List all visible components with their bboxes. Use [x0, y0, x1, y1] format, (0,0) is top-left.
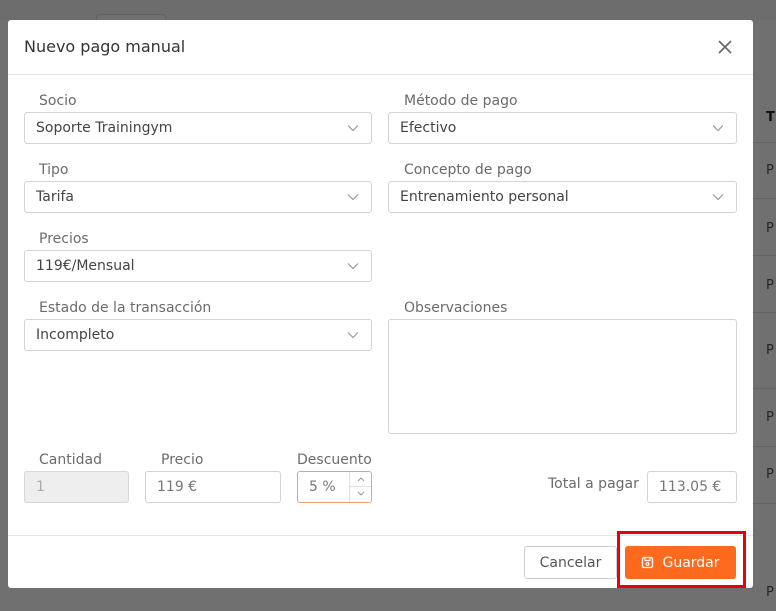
- metodo-pago-value: Efectivo: [400, 120, 457, 136]
- metodo-pago-label: Método de pago: [404, 93, 518, 109]
- socio-value: Soporte Trainingym: [36, 120, 173, 136]
- cantidad-input[interactable]: 1: [24, 471, 129, 503]
- descuento-input[interactable]: 5 %: [297, 471, 372, 503]
- estado-select[interactable]: Incompleto: [24, 319, 372, 351]
- cantidad-label: Cantidad: [39, 452, 102, 468]
- descuento-value: 5 %: [309, 479, 336, 495]
- modal-title: Nuevo pago manual: [24, 37, 186, 56]
- tipo-select[interactable]: Tarifa: [24, 181, 372, 213]
- cancel-button[interactable]: Cancelar: [524, 546, 617, 579]
- descuento-stepper: [349, 472, 371, 502]
- stepper-up-button[interactable]: [350, 472, 371, 487]
- chevron-down-icon: [712, 125, 724, 132]
- close-button[interactable]: [714, 36, 736, 58]
- chevron-down-icon: [347, 263, 359, 270]
- modal-header: Nuevo pago manual: [8, 20, 753, 75]
- estado-label: Estado de la transacción: [39, 300, 212, 316]
- chevron-down-icon: [712, 194, 724, 201]
- metodo-pago-select[interactable]: Efectivo: [388, 112, 737, 144]
- save-highlight-box: [617, 531, 746, 588]
- chevron-up-icon: [357, 477, 365, 482]
- tipo-value: Tarifa: [36, 189, 74, 205]
- socio-label: Socio: [39, 93, 77, 109]
- new-payment-modal: Nuevo pago manual Socio Soporte Training…: [8, 20, 753, 588]
- observaciones-label: Observaciones: [404, 300, 508, 316]
- total-label: Total a pagar: [548, 476, 639, 492]
- precio-input[interactable]: 119 €: [145, 471, 281, 503]
- stepper-down-button[interactable]: [350, 487, 371, 502]
- estado-value: Incompleto: [36, 327, 115, 343]
- concepto-pago-label: Concepto de pago: [404, 162, 532, 178]
- total-input: 113.05 €: [647, 471, 737, 503]
- chevron-down-icon: [357, 491, 365, 496]
- precios-select[interactable]: 119€/Mensual: [24, 250, 372, 282]
- descuento-label: Descuento: [297, 452, 372, 468]
- socio-select[interactable]: Soporte Trainingym: [24, 112, 372, 144]
- chevron-down-icon: [347, 125, 359, 132]
- concepto-pago-select[interactable]: Entrenamiento personal: [388, 181, 737, 213]
- chevron-down-icon: [347, 332, 359, 339]
- tipo-label: Tipo: [39, 162, 69, 178]
- chevron-down-icon: [347, 194, 359, 201]
- close-icon: [718, 40, 732, 54]
- precios-label: Precios: [39, 231, 89, 247]
- precio-label: Precio: [161, 452, 204, 468]
- precios-value: 119€/Mensual: [36, 258, 135, 274]
- concepto-pago-value: Entrenamiento personal: [400, 189, 569, 205]
- observaciones-textarea[interactable]: [388, 319, 737, 434]
